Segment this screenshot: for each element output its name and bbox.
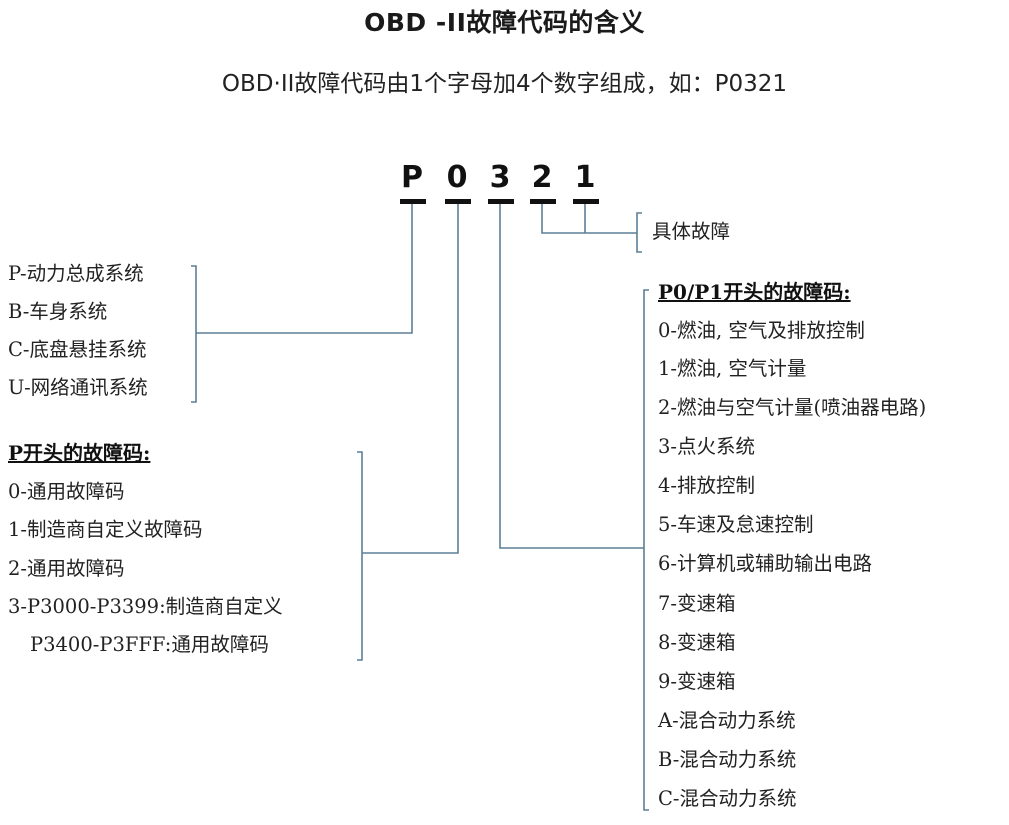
p0p1-item: 1-燃油, 空气计量 — [658, 357, 807, 380]
connector-3-to-p0p1 — [499, 204, 644, 549]
pcodes-item: 0-通用故障码 — [8, 480, 125, 503]
code-underline-p — [400, 199, 426, 204]
p0p1-item: 7-变速箱 — [658, 592, 736, 615]
code-char-2: 2 — [531, 160, 553, 195]
system-item: B-车身系统 — [8, 300, 108, 323]
pcodes-heading: P开头的故障码: — [8, 441, 151, 465]
system-item: C-底盘悬挂系统 — [8, 338, 147, 361]
pcodes-item: 1-制造商自定义故障码 — [8, 518, 203, 541]
p0p1-item: 9-变速箱 — [658, 670, 736, 693]
p0p1-heading: P0/P1开头的故障码: — [658, 280, 851, 304]
code-char-p: P — [401, 160, 423, 195]
p0p1-item: 4-排放控制 — [658, 474, 755, 497]
connector-p-to-systems — [196, 204, 413, 334]
p0p1-item: 2-燃油与空气计量(喷油器电路) — [658, 396, 927, 419]
p0p1-item: C-混合动力系统 — [658, 787, 797, 810]
bracket-p0p1 — [643, 289, 649, 811]
pcodes-item: P3400-P3FFF:通用故障码 — [30, 633, 269, 656]
code-char-1: 1 — [574, 160, 596, 195]
connector-0-to-pcodes — [362, 204, 459, 554]
bracket-pcodes — [357, 451, 363, 661]
code-underline-1 — [573, 199, 599, 204]
p0p1-item: 3-点火系统 — [658, 435, 755, 458]
pcodes-item: 3-P3000-P3399:制造商自定义 — [8, 595, 283, 618]
system-item: P-动力总成系统 — [8, 262, 144, 285]
code-char-0: 0 — [446, 160, 468, 195]
p0p1-item: 0-燃油, 空气及排放控制 — [658, 319, 865, 342]
bracket-fault — [636, 212, 642, 253]
p0p1-item: 8-变速箱 — [658, 631, 736, 654]
code-underline-2 — [530, 199, 556, 204]
code-underline-0 — [445, 199, 471, 204]
bracket-systems — [191, 265, 197, 403]
p0p1-item: 6-计算机或辅助输出电路 — [658, 552, 872, 575]
p0p1-item: A-混合动力系统 — [658, 709, 796, 732]
p0p1-item: B-混合动力系统 — [658, 748, 797, 771]
system-item: U-网络通讯系统 — [8, 376, 148, 399]
p0p1-item: 5-车速及怠速控制 — [658, 513, 814, 536]
specific-fault-label: 具体故障 — [652, 220, 731, 243]
diagram-canvas: OBD -II故障代码的含义 OBD·II故障代码由1个字母加4个数字组成，如：… — [0, 0, 1009, 825]
connector-2-to-fault — [541, 204, 637, 234]
pcodes-item: 2-通用故障码 — [8, 557, 125, 580]
code-char-3: 3 — [489, 160, 511, 195]
code-underline-3 — [488, 199, 514, 204]
